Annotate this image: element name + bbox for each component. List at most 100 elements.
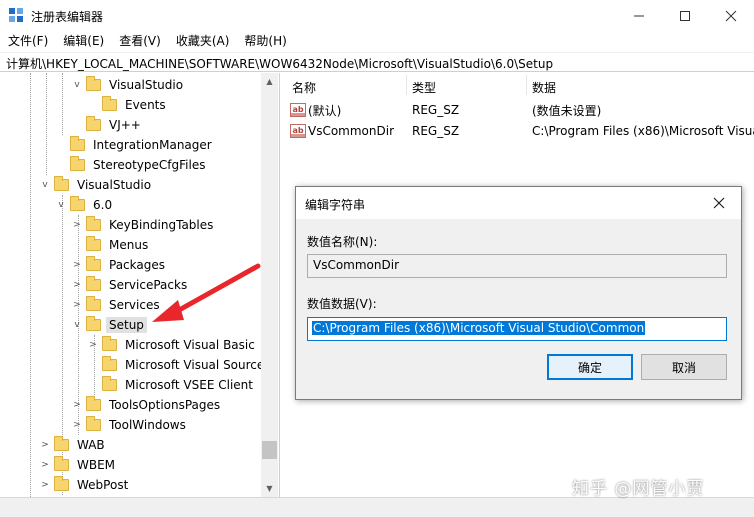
folder-icon — [86, 416, 101, 431]
tree-item[interactable]: StereotypeCfgFiles — [70, 155, 208, 175]
folder-icon — [54, 176, 69, 191]
column-name[interactable]: 名称 — [292, 79, 316, 96]
tree-scrollbar[interactable]: ▲ ▼ — [261, 73, 278, 497]
watermark-text: 知乎 @网管小贾 — [572, 479, 705, 499]
tree-item[interactable]: v VisualStudio — [70, 75, 186, 95]
value-data-label: 数值数据(V): — [307, 297, 377, 311]
menu-help[interactable]: 帮助(H) — [236, 31, 293, 51]
tree-guide — [62, 73, 63, 135]
collapse-icon[interactable]: v — [38, 175, 52, 195]
folder-icon — [102, 376, 117, 391]
tree-item[interactable]: > ServicePacks — [70, 275, 190, 295]
column-separator[interactable] — [526, 75, 527, 95]
folder-icon — [54, 436, 69, 451]
tree-item[interactable]: VJ++ — [86, 115, 144, 135]
folder-icon — [54, 456, 69, 471]
folder-icon — [102, 356, 117, 371]
folder-icon — [70, 196, 85, 211]
expand-icon[interactable]: > — [70, 275, 84, 295]
value-data-input[interactable]: C:\Program Files (x86)\Microsoft Visual … — [307, 317, 727, 341]
collapse-icon[interactable]: v — [70, 75, 84, 95]
tree-item[interactable]: > WebPost — [38, 475, 131, 495]
folder-icon — [102, 96, 117, 111]
tree-item[interactable]: Microsoft Visual Source — [102, 355, 267, 375]
folder-icon — [86, 216, 101, 231]
value-row[interactable]: ab VsCommonDir REG_SZ C:\Program Files (… — [290, 121, 754, 141]
column-data[interactable]: 数据 — [532, 79, 556, 96]
folder-icon — [70, 136, 85, 151]
menu-view[interactable]: 查看(V) — [111, 31, 168, 51]
string-value-icon: ab — [290, 103, 306, 117]
menu-file[interactable]: 文件(F) — [0, 31, 55, 51]
folder-icon — [86, 76, 101, 91]
expand-icon[interactable]: > — [38, 455, 52, 475]
expand-icon[interactable]: > — [70, 295, 84, 315]
tree-item[interactable]: > ToolWindows — [70, 415, 189, 435]
tree-item[interactable]: Microsoft VSEE Client — [102, 375, 256, 395]
dialog-title: 编辑字符串 — [305, 198, 366, 212]
folder-icon — [54, 476, 69, 491]
cancel-button[interactable]: 取消 — [641, 354, 727, 380]
registry-app-icon — [9, 8, 24, 23]
expand-icon[interactable]: > — [38, 435, 52, 455]
tree-item[interactable]: v 6.0 — [54, 195, 115, 215]
collapse-icon[interactable]: v — [70, 315, 84, 335]
menu-edit[interactable]: 编辑(E) — [55, 31, 111, 51]
address-path[interactable]: 计算机\HKEY_LOCAL_MACHINE\SOFTWARE\WOW6432N… — [6, 55, 553, 72]
tree-item-selected[interactable]: v Setup — [70, 315, 147, 335]
folder-icon — [102, 336, 117, 351]
folder-icon — [86, 236, 101, 251]
folder-icon — [86, 256, 101, 271]
scroll-down-icon[interactable]: ▼ — [261, 480, 278, 497]
status-bar — [0, 497, 754, 517]
tree-item[interactable]: Menus — [86, 235, 151, 255]
tree-item[interactable]: > WBEM — [38, 455, 118, 475]
tree-item[interactable]: > WAB — [38, 435, 108, 455]
expand-icon[interactable]: > — [70, 395, 84, 415]
tree-item[interactable]: > Microsoft Visual Basic — [86, 335, 258, 355]
expand-icon[interactable]: > — [70, 255, 84, 275]
address-bar[interactable]: 计算机\HKEY_LOCAL_MACHINE\SOFTWARE\WOW6432N… — [0, 52, 754, 72]
tree-item[interactable]: > Services — [70, 295, 163, 315]
expand-icon[interactable]: > — [70, 415, 84, 435]
menu-favorites[interactable]: 收藏夹(A) — [168, 31, 237, 51]
edit-string-dialog: 编辑字符串 数值名称(N): VsCommonDir 数值数据(V): C:\P… — [295, 186, 742, 400]
close-button[interactable] — [708, 0, 754, 31]
tree-item[interactable]: IntegrationManager — [70, 135, 215, 155]
folder-icon — [86, 296, 101, 311]
folder-icon — [86, 396, 101, 411]
tree-item[interactable]: v VisualStudio — [38, 175, 154, 195]
tree-guide — [30, 73, 31, 497]
value-name-label: 数值名称(N): — [307, 235, 378, 249]
menu-bar: 文件(F) 编辑(E) 查看(V) 收藏夹(A) 帮助(H) — [0, 31, 754, 51]
minimize-button[interactable] — [616, 0, 662, 31]
dialog-title-bar: 编辑字符串 — [296, 187, 741, 219]
value-row[interactable]: ab (默认) REG_SZ (数值未设置) — [290, 100, 601, 120]
string-value-icon: ab — [290, 124, 306, 138]
close-icon — [725, 10, 737, 21]
dialog-close-button[interactable] — [710, 194, 728, 212]
tree-item[interactable]: > ToolsOptionsPages — [70, 395, 223, 415]
expand-icon[interactable]: > — [38, 475, 52, 495]
close-icon — [713, 197, 725, 209]
folder-open-icon — [86, 316, 101, 331]
scroll-thumb[interactable] — [262, 441, 277, 459]
collapse-icon[interactable]: v — [54, 195, 68, 215]
scroll-up-icon[interactable]: ▲ — [261, 73, 278, 90]
window-title: 注册表编辑器 — [31, 10, 104, 24]
maximize-button[interactable] — [662, 0, 708, 31]
maximize-icon — [680, 10, 690, 21]
tree-item[interactable]: > Packages — [70, 255, 168, 275]
folder-icon — [86, 276, 101, 291]
expand-icon[interactable]: > — [86, 335, 100, 355]
expand-icon[interactable]: > — [70, 215, 84, 235]
registry-editor-window: 注册表编辑器 文件(F) 编辑(E) 查看(V) 收藏夹(A) 帮助(H) 计算… — [0, 0, 754, 517]
column-separator[interactable] — [406, 75, 407, 95]
ok-button[interactable]: 确定 — [547, 354, 633, 380]
tree-item[interactable]: > KeyBindingTables — [70, 215, 216, 235]
tree-item[interactable]: Events — [102, 95, 169, 115]
title-bar: 注册表编辑器 — [0, 0, 754, 31]
value-name-field: VsCommonDir — [307, 254, 727, 278]
column-type[interactable]: 类型 — [412, 79, 436, 96]
folder-icon — [86, 116, 101, 131]
